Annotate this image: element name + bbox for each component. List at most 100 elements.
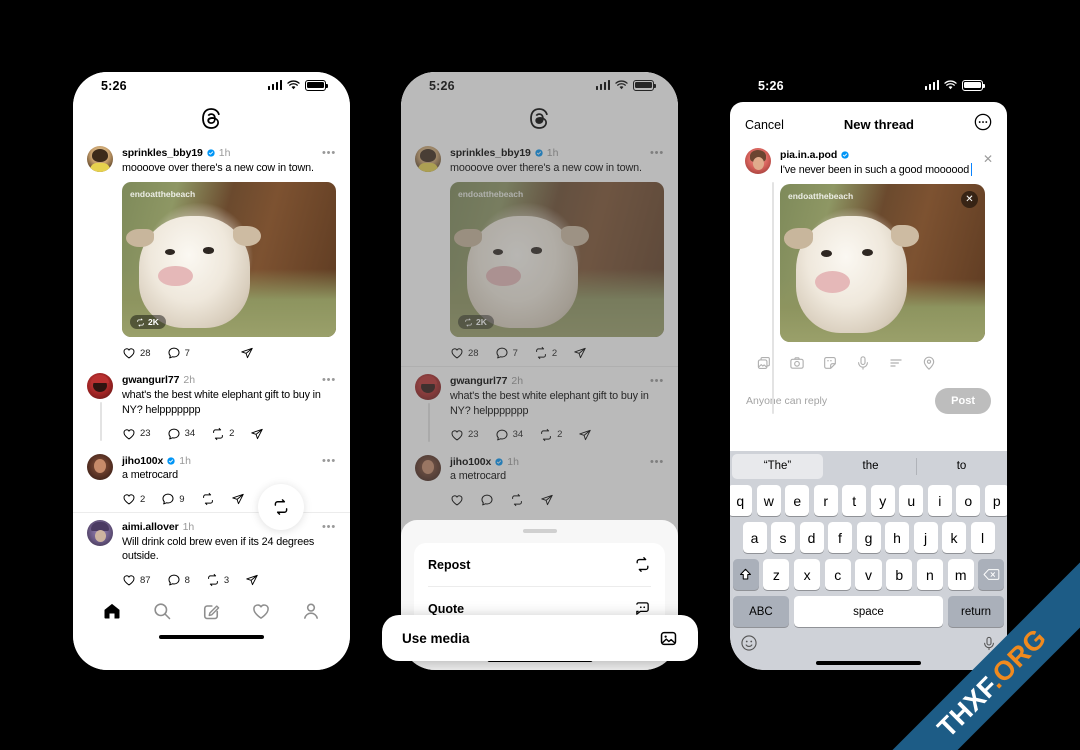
post-username[interactable]: sprinkles_bby19 [122, 147, 203, 159]
close-icon[interactable]: ✕ [983, 152, 993, 166]
avatar[interactable] [745, 148, 771, 174]
key-l[interactable]: l [970, 522, 995, 554]
like-button[interactable]: 28 [122, 346, 151, 360]
prediction-2[interactable]: to [916, 451, 1007, 482]
sidebar-item-search[interactable] [152, 601, 172, 626]
repost-button[interactable] [510, 493, 524, 507]
avatar[interactable] [87, 520, 113, 547]
return-key[interactable]: return [947, 596, 1005, 628]
avatar[interactable] [87, 373, 113, 400]
key-h[interactable]: h [885, 522, 909, 554]
key-w[interactable]: w [756, 485, 781, 517]
post-more-icon[interactable]: ••• [322, 148, 336, 159]
post-more-icon[interactable]: ••• [650, 148, 664, 159]
sheet-item-repost[interactable]: Repost [414, 543, 665, 586]
post-item[interactable]: sprinkles_bby19 1h ••• moooove over ther… [401, 139, 678, 366]
more-circle-icon[interactable] [974, 113, 992, 136]
composer-username[interactable]: pia.in.a.pod [780, 149, 837, 161]
share-button[interactable] [573, 346, 587, 360]
like-button[interactable] [450, 493, 464, 507]
sheet-grab-handle[interactable] [522, 529, 557, 533]
list-icon[interactable] [888, 355, 904, 376]
post-button[interactable]: Post [935, 388, 991, 414]
key-q[interactable]: q [730, 485, 753, 517]
avatar[interactable] [415, 454, 441, 481]
share-button[interactable] [231, 492, 245, 506]
prediction-0[interactable]: “The” [732, 454, 823, 480]
key-g[interactable]: g [856, 522, 881, 554]
microphone-icon[interactable] [855, 355, 871, 376]
key-b[interactable]: b [886, 559, 913, 591]
sticker-icon[interactable] [822, 355, 838, 376]
repost-button[interactable]: 2 [539, 428, 562, 442]
key-m[interactable]: m [947, 559, 974, 591]
post-more-icon[interactable]: ••• [650, 456, 664, 467]
like-button[interactable]: 2 [122, 492, 145, 506]
post-more-icon[interactable]: ••• [322, 522, 336, 533]
key-o[interactable]: o [956, 485, 981, 517]
cancel-button[interactable]: Cancel [745, 118, 784, 132]
sidebar-item-activity[interactable] [251, 601, 271, 626]
key-s[interactable]: s [771, 522, 795, 554]
like-button[interactable]: 28 [450, 346, 479, 360]
post-username[interactable]: aimi.allover [122, 521, 179, 533]
reply-button[interactable]: 7 [167, 346, 190, 360]
sidebar-item-compose[interactable] [201, 601, 221, 626]
key-p[interactable]: p [984, 485, 1007, 517]
abc-key[interactable]: ABC [732, 596, 790, 628]
post-item[interactable]: gwangurl77 2h ••• what's the best white … [73, 366, 350, 446]
reply-button[interactable] [480, 493, 494, 507]
reply-button[interactable]: 8 [167, 573, 190, 587]
key-n[interactable]: n [916, 559, 944, 591]
avatar[interactable] [415, 146, 441, 172]
reply-button[interactable]: 7 [495, 346, 518, 360]
use-media-callout[interactable]: Use media [382, 615, 698, 661]
share-button[interactable] [250, 427, 264, 441]
gallery-icon[interactable] [756, 355, 772, 376]
sidebar-item-profile[interactable] [301, 601, 321, 626]
key-f[interactable]: f [828, 522, 852, 554]
reply-button[interactable]: 9 [161, 492, 185, 506]
post-more-icon[interactable]: ••• [322, 455, 336, 466]
post-item[interactable]: jiho100x 1h ••• a metrocard [401, 448, 678, 513]
emoji-icon[interactable] [740, 634, 758, 657]
key-z[interactable]: z [763, 559, 790, 591]
key-v[interactable]: v [855, 559, 882, 591]
repost-button[interactable]: 2 [534, 346, 557, 360]
reply-button[interactable]: 34 [167, 427, 195, 441]
repost-button[interactable]: 2 [211, 427, 234, 441]
post-item[interactable]: aimi.allover 1h ••• Will drink cold brew… [73, 512, 350, 593]
share-button[interactable] [245, 573, 259, 587]
key-k[interactable]: k [942, 522, 966, 554]
remove-media-icon[interactable]: ✕ [961, 191, 978, 208]
like-button[interactable]: 23 [122, 427, 151, 441]
post-item[interactable]: sprinkles_bby19 1h ••• moooove over ther… [73, 139, 350, 366]
post-username[interactable]: jiho100x [450, 456, 491, 468]
key-d[interactable]: d [799, 522, 824, 554]
sidebar-item-home[interactable] [102, 601, 122, 626]
key-t[interactable]: t [842, 485, 867, 517]
key-y[interactable]: y [870, 485, 895, 517]
camera-icon[interactable] [789, 355, 805, 376]
post-media-image[interactable]: endoatthebeach 2K [450, 182, 664, 338]
reply-button[interactable]: 34 [495, 428, 523, 442]
key-a[interactable]: a [742, 522, 767, 554]
post-username[interactable]: gwangurl77 [450, 375, 507, 387]
post-username[interactable]: jiho100x [122, 455, 163, 467]
reply-policy-label[interactable]: Anyone can reply [746, 395, 827, 407]
repost-tap-highlight[interactable] [258, 484, 304, 530]
location-icon[interactable] [921, 355, 937, 376]
prediction-1[interactable]: the [825, 451, 916, 482]
post-item[interactable]: gwangurl77 2h ••• what's the best white … [401, 366, 678, 447]
repost-button[interactable]: 3 [206, 573, 229, 587]
post-more-icon[interactable]: ••• [322, 375, 336, 386]
share-button[interactable] [540, 493, 554, 507]
key-x[interactable]: x [793, 559, 821, 591]
share-button[interactable] [578, 428, 592, 442]
key-j[interactable]: j [913, 522, 938, 554]
avatar[interactable] [415, 374, 441, 401]
avatar[interactable] [87, 146, 113, 172]
like-button[interactable]: 87 [122, 573, 151, 587]
composer-text-input[interactable]: I've never been in such a good moooood [780, 163, 992, 176]
repost-button[interactable] [201, 492, 215, 506]
